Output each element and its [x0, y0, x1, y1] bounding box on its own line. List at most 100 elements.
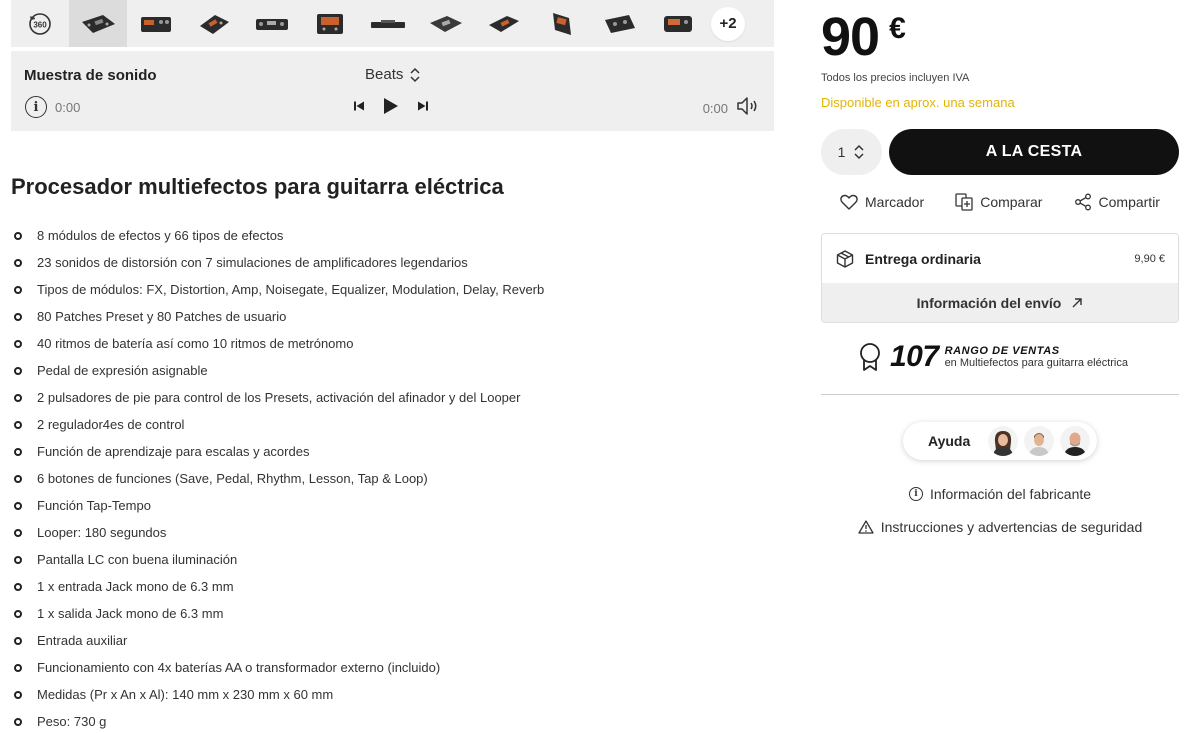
pedal-image	[605, 14, 635, 33]
sound-sample-title: Muestra de sonido	[24, 67, 157, 84]
heart-icon	[840, 194, 858, 210]
add-to-cart-button[interactable]: A LA CESTA	[889, 129, 1179, 175]
help-button[interactable]: Ayuda	[903, 422, 1097, 460]
thumbnail-7[interactable]	[417, 0, 475, 47]
volume-button[interactable]	[736, 96, 760, 121]
feature-item: 1 x salida Jack mono de 6.3 mm	[14, 600, 544, 627]
quantity-value: 1	[837, 144, 846, 160]
manufacturer-info-link[interactable]: i Información del fabricante	[821, 486, 1179, 502]
safety-instructions-link[interactable]: Instrucciones y advertencias de segurida…	[821, 519, 1179, 535]
info-icon: i	[908, 487, 923, 501]
pedal-image	[256, 18, 288, 30]
skip-forward-icon	[418, 101, 428, 111]
thumbnail-4[interactable]	[243, 0, 301, 47]
pedal-image	[317, 13, 343, 34]
feature-text: Looper: 180 segundos	[37, 525, 167, 540]
bullet-icon	[14, 231, 22, 240]
bullet-icon	[14, 609, 22, 618]
bullet-icon	[14, 420, 22, 429]
price-value: 90	[821, 7, 880, 67]
feature-text: 2 regulador4es de control	[37, 417, 185, 432]
skip-back-icon	[354, 101, 364, 111]
thumbnail-11[interactable]	[649, 0, 707, 47]
product-title: Procesador multiefectos para guitarra el…	[11, 174, 504, 199]
thumbnail-5[interactable]	[301, 0, 359, 47]
share-icon	[1074, 193, 1091, 211]
feature-text: Pedal de expresión asignable	[37, 363, 208, 378]
price-currency: €	[889, 12, 906, 45]
sound-style-select[interactable]: Beats	[365, 66, 421, 83]
sales-rank-category: en Multiefectos para guitarra eléctrica	[944, 357, 1128, 369]
feature-text: Funcionamiento con 4x baterías AA o tran…	[37, 660, 441, 675]
package-icon	[836, 249, 854, 268]
play-button[interactable]	[383, 97, 399, 115]
feature-text: Entrada auxiliar	[37, 633, 128, 648]
award-ribbon-icon	[860, 343, 880, 371]
thumbnail-9[interactable]	[533, 0, 591, 47]
pedal-image	[430, 15, 462, 32]
feature-item: 2 pulsadores de pie para control de los …	[14, 384, 544, 411]
compare-label: Comparar	[980, 194, 1043, 210]
previous-track-button[interactable]	[353, 100, 365, 112]
help-label: Ayuda	[928, 433, 971, 449]
bullet-icon	[14, 690, 22, 699]
sales-rank[interactable]: 107 RANGO DE VENTAS en Multiefectos para…	[858, 340, 1128, 374]
feature-item: 2 regulador4es de control	[14, 411, 544, 438]
feature-item: Peso: 730 g	[14, 708, 544, 733]
delivery-box: Entrega ordinaria 9,90 € Información del…	[821, 233, 1179, 323]
pedal-image	[553, 12, 571, 35]
pedal-image	[200, 14, 229, 34]
thumbnail-2[interactable]	[127, 0, 185, 47]
bullet-icon	[14, 474, 22, 483]
thumbnail-6[interactable]	[359, 0, 417, 47]
share-button[interactable]: Compartir	[1074, 193, 1160, 211]
bullet-icon	[14, 366, 22, 375]
bullet-icon	[14, 717, 22, 726]
info-icon[interactable]: i	[25, 96, 47, 118]
delivery-cost: 9,90 €	[1134, 252, 1165, 265]
feature-item: 23 sonidos de distorsión con 7 simulacio…	[14, 249, 544, 276]
bullet-icon	[14, 555, 22, 564]
sound-sample-player: Muestra de sonido Beats i 0:00 0:00	[11, 51, 774, 131]
feature-item: Medidas (Pr x An x Al): 140 mm x 230 mm …	[14, 681, 544, 708]
feature-item: Funcionamiento con 4x baterías AA o tran…	[14, 654, 544, 681]
bullet-icon	[14, 312, 22, 321]
next-track-button[interactable]	[417, 100, 429, 112]
feature-item: 1 x entrada Jack mono de 6.3 mm	[14, 573, 544, 600]
feature-text: 2 pulsadores de pie para control de los …	[37, 390, 521, 405]
bookmark-label: Marcador	[865, 194, 925, 210]
thumbnail-1[interactable]	[69, 0, 127, 47]
manufacturer-info-label: Información del fabricante	[929, 486, 1092, 502]
view-360-button[interactable]: 360	[11, 0, 69, 47]
feature-item: Pantalla LC con buena iluminación	[14, 546, 544, 573]
bookmark-button[interactable]: Marcador	[840, 193, 924, 211]
shipping-info-label: Información del envío	[916, 295, 1062, 311]
feature-item: Tipos de módulos: FX, Distortion, Amp, N…	[14, 276, 544, 303]
thumbnail-3[interactable]	[185, 0, 243, 47]
avatar	[1024, 426, 1055, 456]
compare-button[interactable]: Comparar	[955, 193, 1042, 211]
thumbnail-10[interactable]	[591, 0, 649, 47]
feature-text: Función de aprendizaje para escalas y ac…	[37, 444, 310, 459]
feature-item: Entrada auxiliar	[14, 627, 544, 654]
feature-text: Función Tap-Tempo	[37, 498, 151, 513]
thumbnail-8[interactable]	[475, 0, 533, 47]
total-time: 0:00	[702, 101, 728, 116]
more-images-badge[interactable]: +2	[711, 6, 745, 41]
pedal-image	[489, 15, 519, 32]
svg-text:360: 360	[33, 20, 47, 29]
warning-triangle-icon	[858, 520, 874, 534]
feature-item: 40 ritmos de batería así como 10 ritmos …	[14, 330, 544, 357]
shipping-info-link[interactable]: Información del envío	[822, 283, 1178, 322]
rotate-360-icon: 360	[29, 12, 51, 35]
chevron-up-down-icon	[410, 67, 420, 82]
feature-list: 8 módulos de efectos y 66 tipos de efect…	[14, 222, 544, 733]
speaker-icon	[737, 97, 757, 115]
delivery-label: Entrega ordinaria	[865, 250, 981, 267]
bullet-icon	[14, 663, 22, 672]
bullet-icon	[14, 285, 22, 294]
current-time: 0:00	[55, 99, 81, 115]
feature-text: Medidas (Pr x An x Al): 140 mm x 230 mm …	[37, 687, 334, 702]
bullet-icon	[14, 447, 22, 456]
quantity-selector[interactable]: 1	[821, 129, 882, 175]
